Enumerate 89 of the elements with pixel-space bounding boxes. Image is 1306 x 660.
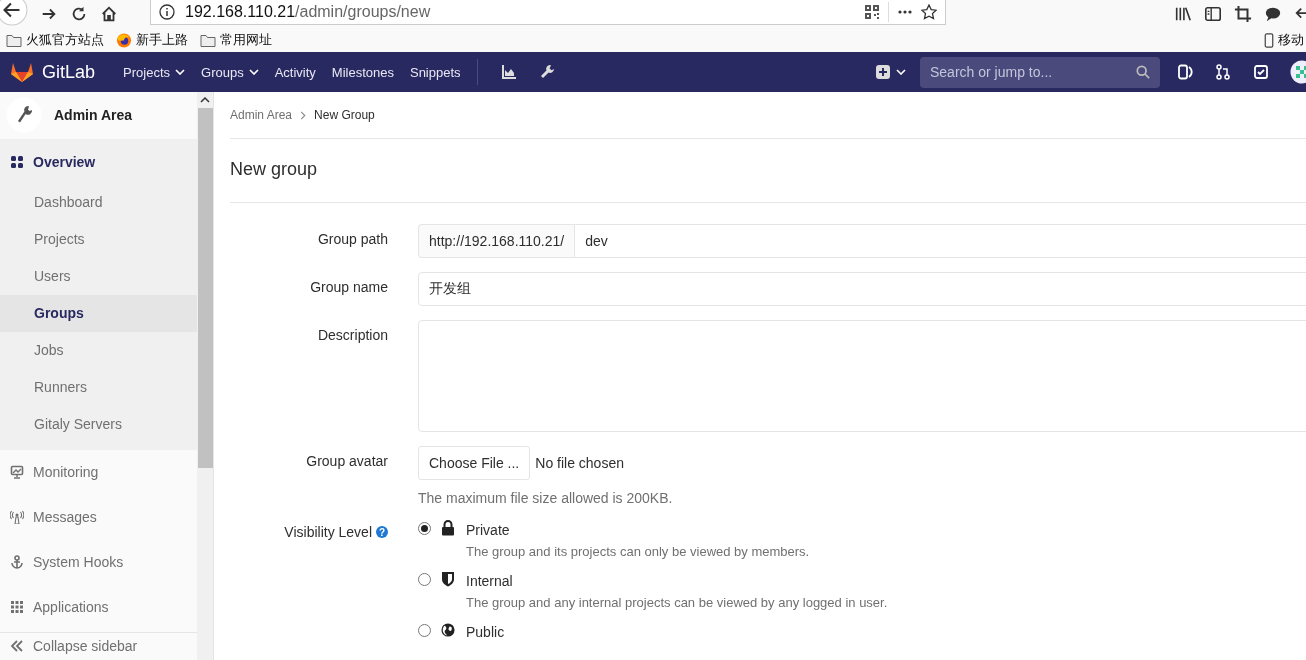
sidebar-item[interactable]: Messages [0,494,198,540]
library-icon[interactable] [1174,5,1192,23]
bookmark[interactable]: 移动 [1264,31,1304,49]
gitlab-logo[interactable]: GitLab [0,61,96,83]
new-dropdown[interactable] [876,65,906,79]
page-title: New group [230,139,1306,203]
anchor-icon [10,555,24,570]
fox-logo-icon [10,61,34,83]
option-label: Internal [466,573,514,589]
double-chevron-icon [10,639,24,654]
nav-link[interactable]: Milestones [323,64,402,80]
sidebar-subitem[interactable]: Dashboard [0,183,198,221]
chevron-icon [300,110,307,120]
caret-icon [175,69,185,75]
chart-icon[interactable] [500,64,517,80]
scrollbar[interactable] [197,92,213,660]
folder-icon [200,32,216,48]
radio-button[interactable] [418,573,431,586]
option-label: Public [466,624,505,640]
todo-icon[interactable] [1253,64,1269,80]
sidebar-subitem[interactable]: Jobs [0,331,198,369]
antenna-icon [10,510,24,525]
help-text: The maximum file size allowed is 200KB. [418,490,674,506]
star-icon[interactable] [921,3,937,20]
nav-link[interactable]: Projects [115,64,193,80]
logo-text: GitLab [42,61,96,83]
sidebar-item[interactable]: Monitoring [0,449,198,495]
field-label: Group path [316,230,388,249]
option-description: The group and its projects can only be viewed by members. [466,544,810,559]
sidebar-item[interactable]: Applications [0,584,198,630]
option-description: The group and any internal projects can be viewed by any logged in user. [466,595,888,610]
radio-button[interactable] [418,624,431,637]
back-icon[interactable] [0,0,28,26]
file-status: No file chosen [535,455,624,471]
breadcrumb-link[interactable]: Admin Area [230,108,293,122]
sidebar-item[interactable]: System Hooks [0,539,198,585]
sidebar-subitem[interactable]: Runners [0,368,198,406]
bookmark[interactable]: 火狐官方站点 [6,31,104,49]
scroll-up-icon[interactable] [200,97,211,103]
nav-link[interactable]: Groups [193,64,267,80]
monitor-icon [10,465,24,480]
option-label: Private [466,522,511,538]
crop-icon[interactable] [1234,5,1252,23]
folder-icon [6,32,22,48]
sidebar-title: Admin Area [54,107,133,124]
sidebar-item[interactable]: Overview [0,139,198,184]
search-field[interactable]: Search or jump to... [920,56,1160,88]
help-badge[interactable]: ? [376,526,388,538]
sidebar-subitem[interactable]: Users [0,257,198,295]
wrench-icon[interactable] [538,64,555,80]
nav-link[interactable]: Activity [266,64,324,80]
collapse-sidebar-button[interactable]: Collapse sidebar [0,631,198,660]
sidebar-subitem[interactable]: Projects [0,220,198,258]
scroll-thumb[interactable] [197,108,213,468]
caret-icon [896,69,906,75]
field-label: Description [316,326,388,345]
home-icon[interactable] [100,5,118,23]
globe-icon [441,622,455,638]
field-label: Group name [309,278,388,297]
merge-request-icon[interactable] [1215,64,1231,80]
info-icon[interactable] [159,3,175,20]
grid-icon [10,154,24,169]
search-icon [1136,64,1150,79]
field-label: Visibility Level [284,524,372,540]
chat-icon[interactable] [1264,5,1282,23]
input-field[interactable]: 开发组 [418,272,1306,306]
sidebar-icon[interactable] [1204,5,1222,23]
apps-icon [10,600,24,615]
qr-code-icon[interactable] [864,3,880,20]
caret-icon [248,69,259,75]
reload-icon[interactable] [70,5,88,23]
phone-icon [1264,32,1274,48]
shield-icon [441,571,455,587]
lock-icon [441,520,455,536]
bookmark[interactable]: 新手上路 [116,31,188,49]
sidebar-subitem[interactable]: Groups [0,294,198,332]
address-bar[interactable]: 192.168.110.21/admin/groups/new [150,0,946,25]
bookmark[interactable]: 常用网址 [200,31,272,49]
url-prefix: http://192.168.110.21/ [418,224,575,258]
sidebar-subitem[interactable]: Gitaly Servers [0,405,198,443]
choose-file-button[interactable]: Choose File ... [418,446,531,480]
browser-logo-icon [116,32,132,48]
radio-button[interactable] [418,522,431,535]
nav-link[interactable]: Snippets [401,64,469,80]
breadcrumb-current: New Group [314,108,375,122]
issues-icon[interactable] [1177,64,1193,80]
plus-square-icon [876,65,890,79]
input-field[interactable]: dev [574,224,1306,258]
field-label: Group avatar [305,452,388,471]
